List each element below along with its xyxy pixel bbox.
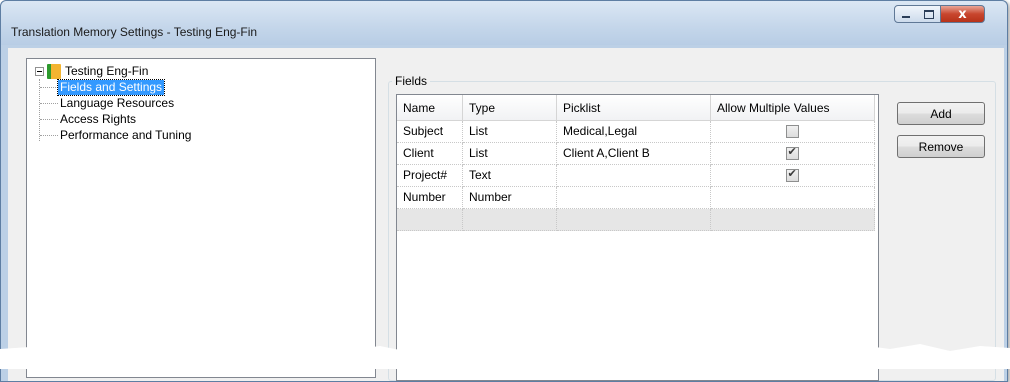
table-row[interactable]: Subject List Medical,Legal	[397, 121, 875, 143]
cell-type[interactable]: Number	[463, 187, 557, 209]
cell-name[interactable]: Client	[397, 143, 463, 165]
table-row[interactable]: Client List Client A,Client B	[397, 143, 875, 165]
close-button[interactable]: x	[941, 5, 985, 23]
column-header-name[interactable]: Name	[397, 95, 463, 121]
cell-picklist[interactable]: Medical,Legal	[557, 121, 711, 143]
cell-type[interactable]: List	[463, 143, 557, 165]
column-header-type[interactable]: Type	[463, 95, 557, 121]
dialog-window: Translation Memory Settings - Testing En…	[0, 0, 1008, 382]
database-icon	[47, 63, 61, 79]
tree-item-label: Language Resources	[60, 95, 175, 110]
torn-edge	[0, 343, 1010, 369]
column-header-picklist[interactable]: Picklist	[557, 95, 711, 121]
title-bar[interactable]: Translation Memory Settings - Testing En…	[1, 1, 1007, 45]
new-row[interactable]	[397, 209, 875, 231]
dialog-content: Testing Eng-Fin Fields and Settings Lang…	[8, 48, 1004, 381]
collapse-toggle-icon[interactable]	[35, 66, 44, 76]
table-row[interactable]: Number Number	[397, 187, 875, 209]
maximize-icon	[923, 9, 934, 19]
cell-type[interactable]: List	[463, 121, 557, 143]
tree-item-label: Performance and Tuning	[60, 127, 192, 142]
tree-item-language-resources[interactable]: Language Resources	[40, 95, 176, 111]
maximize-button[interactable]	[917, 5, 941, 23]
cell-name[interactable]: Subject	[397, 121, 463, 143]
cell-picklist[interactable]	[557, 165, 711, 187]
cell-picklist[interactable]	[557, 209, 711, 231]
minimize-icon	[902, 16, 910, 18]
allow-multiple-checkbox[interactable]	[785, 125, 799, 138]
cell-picklist[interactable]	[557, 187, 711, 209]
cell-type[interactable]	[463, 209, 557, 231]
tree-item-label: Fields and Settings	[56, 78, 166, 96]
tree-root-label: Testing Eng-Fin	[65, 64, 149, 78]
window-title: Translation Memory Settings - Testing En…	[11, 25, 258, 39]
tree-item-label: Access Rights	[60, 111, 137, 126]
column-header-allow-multiple[interactable]: Allow Multiple Values	[711, 95, 875, 121]
cell-allow-multiple	[711, 143, 875, 165]
fields-group-label: Fields	[392, 74, 431, 88]
cell-picklist[interactable]: Client A,Client B	[557, 143, 711, 165]
tree-item-performance-and-tuning[interactable]: Performance and Tuning	[40, 127, 193, 143]
allow-multiple-checkbox[interactable]	[785, 145, 799, 160]
minimize-button[interactable]	[894, 5, 918, 23]
tree-root-node[interactable]: Testing Eng-Fin	[35, 63, 148, 79]
settings-tree[interactable]: Testing Eng-Fin Fields and Settings Lang…	[26, 58, 376, 378]
table-row[interactable]: Project# Text	[397, 165, 875, 187]
grid-header: Name Type Picklist Allow Multiple Values	[397, 95, 875, 121]
cell-name[interactable]: Number	[397, 187, 463, 209]
cell-name[interactable]: Project#	[397, 165, 463, 187]
tree-item-fields-and-settings[interactable]: Fields and Settings	[40, 78, 166, 96]
tree-item-access-rights[interactable]: Access Rights	[40, 111, 138, 127]
cell-allow-multiple[interactable]	[711, 187, 875, 209]
add-button[interactable]: Add	[897, 102, 985, 125]
cell-name[interactable]	[397, 209, 463, 231]
close-icon: x	[958, 6, 967, 22]
cell-allow-multiple[interactable]	[711, 209, 875, 231]
remove-button[interactable]: Remove	[897, 135, 985, 158]
cell-type[interactable]: Text	[463, 165, 557, 187]
cell-allow-multiple	[711, 121, 875, 143]
allow-multiple-checkbox[interactable]	[785, 167, 799, 182]
cell-allow-multiple	[711, 165, 875, 187]
